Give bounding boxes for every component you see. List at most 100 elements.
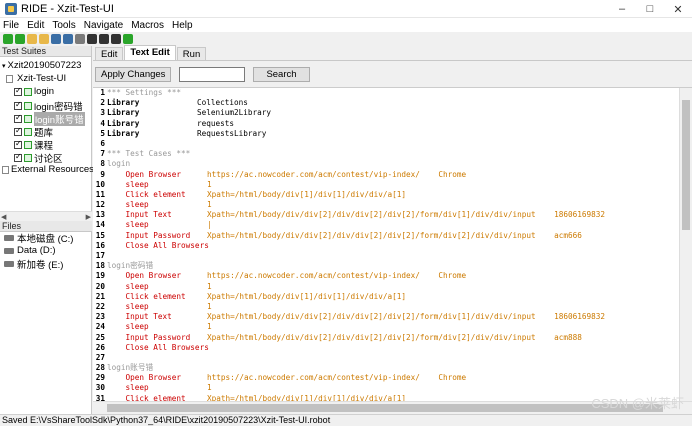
search-button[interactable]: Search (253, 66, 310, 82)
checkbox-icon[interactable] (14, 139, 22, 149)
menu-navigate[interactable]: Navigate (84, 20, 123, 31)
code-line[interactable]: 12 sleep 1 (93, 200, 678, 210)
code-line[interactable]: 11 Click element Xpath=/html/body/div[1]/… (93, 190, 678, 200)
menu-help[interactable]: Help (172, 20, 193, 31)
code-line[interactable]: 25 Input Password Xpath=/html/body/div/di… (93, 333, 678, 343)
code-line[interactable]: 28 login账号错 (93, 363, 678, 373)
code-line[interactable]: 31 Click element Xpath=/html/body/div[1]/… (93, 394, 678, 401)
code-line[interactable]: 26 Close All Browsers (93, 343, 678, 353)
open-folder-icon[interactable] (27, 34, 37, 44)
code-keyword: Open Browser (107, 169, 182, 179)
tree-test-login[interactable]: login (14, 86, 54, 97)
line-number: 31 (95, 393, 105, 401)
keyword-icon[interactable] (87, 34, 97, 44)
tree-project[interactable]: ▾ Xzit20190507223 (2, 60, 81, 71)
drive-label: 本地磁盘 (C:) (17, 233, 74, 245)
line-number: 6 (100, 138, 105, 148)
back-icon[interactable] (3, 34, 13, 44)
checkbox-icon[interactable] (14, 100, 22, 110)
forward-icon[interactable] (15, 34, 25, 44)
collapse-icon[interactable]: ▾ (2, 62, 6, 70)
tree-test-taolun[interactable]: 讨论区 (14, 151, 63, 165)
close-icon[interactable]: ✕ (660, 0, 692, 18)
code-line[interactable]: 20 sleep 1 (93, 282, 678, 292)
code-line[interactable]: 9 Open Browser https://ac.nowcoder.com/ac… (93, 170, 678, 180)
apply-changes-button[interactable]: Apply Changes (95, 66, 172, 82)
code-line[interactable]: 22 sleep 1 (93, 302, 678, 312)
scroll-left-icon[interactable]: ◀ (1, 213, 6, 221)
code-lines[interactable]: 1 *** Settings *** 2 Library Collections 3 Lib… (93, 88, 678, 401)
menu-tools[interactable]: Tools (52, 20, 75, 31)
tree-test-login-pwd[interactable]: login密码错 (14, 99, 83, 113)
test-icon (24, 128, 32, 136)
save-icon[interactable] (51, 34, 61, 44)
tree-test-tiku[interactable]: 题库 (14, 125, 53, 139)
scroll-right-icon[interactable]: ▶ (86, 213, 91, 221)
code-text: Collections (197, 98, 248, 108)
tree-scrollbar[interactable]: ◀ ▶ (0, 211, 92, 221)
tree-external-resources[interactable]: External Resources (2, 164, 94, 175)
menu-edit[interactable]: Edit (27, 20, 44, 31)
save-all-icon[interactable] (63, 34, 73, 44)
tree-external-label: External Resources (11, 164, 94, 175)
code-line[interactable]: 14 sleep | (93, 220, 678, 230)
code-line[interactable]: 29 Open Browser https://ac.nowcoder.com/a… (93, 373, 678, 383)
checkbox-icon[interactable] (14, 113, 22, 123)
code-line[interactable]: 7 *** Test Cases *** (93, 149, 678, 159)
code-line[interactable]: 4 Library requests (93, 119, 678, 129)
tree-test-login-account[interactable]: login账号错 (14, 112, 85, 126)
code-line[interactable]: 6 (93, 139, 678, 149)
drive-item[interactable]: 新加卷 (E:) (0, 257, 92, 271)
code-line[interactable]: 19 Open Browser https://ac.nowcoder.com/a… (93, 271, 678, 281)
code-line[interactable]: 27 (93, 353, 678, 363)
search-input[interactable] (179, 66, 246, 82)
tab-text-edit[interactable]: Text Edit (124, 45, 176, 60)
code-line[interactable]: 13 Input Text Xpath=/html/body/div/div[2]… (93, 210, 678, 220)
code-line[interactable]: 18 login密码错 (93, 261, 678, 271)
tab-run[interactable]: Run (176, 47, 207, 60)
code-line[interactable]: 15 Input Password Xpath=/html/body/div/di… (93, 231, 678, 241)
action-bar: Apply Changes Search (93, 61, 692, 87)
drive-item[interactable]: 本地磁盘 (C:) (0, 231, 92, 245)
scroll-thumb[interactable] (682, 100, 690, 230)
code-line[interactable]: 17 (93, 251, 678, 261)
code-keyword: sleep (107, 220, 149, 230)
tree-test-kecheng[interactable]: 课程 (14, 138, 53, 152)
line-number: 8 (100, 159, 105, 169)
checkbox-icon[interactable] (14, 86, 22, 96)
tree-test-label: 课程 (34, 141, 54, 152)
line-number: 22 (95, 301, 105, 311)
vertical-scrollbar[interactable] (679, 88, 692, 401)
code-line[interactable]: 8 login (93, 159, 678, 169)
code-line[interactable]: 30 sleep 1 (93, 383, 678, 393)
line-number: 24 (95, 322, 105, 332)
checkbox-icon[interactable] (14, 152, 22, 162)
code-line[interactable]: 21 Click element Xpath=/html/body/div[1]/… (93, 292, 678, 302)
menu-file[interactable]: File (3, 20, 19, 31)
test-icon (24, 154, 32, 162)
drive-icon (4, 234, 14, 241)
menu-macros[interactable]: Macros (131, 20, 164, 31)
line-number: 29 (95, 373, 105, 383)
run-icon[interactable] (111, 34, 121, 44)
code-line[interactable]: 1 *** Settings *** (93, 88, 678, 98)
tree-suite[interactable]: Xzit-Test-UI (6, 73, 66, 84)
scroll-thumb[interactable] (107, 404, 663, 412)
code-text: https://ac.nowcoder.com/acm/contest/vip-… (207, 373, 467, 383)
copy-icon[interactable] (75, 34, 85, 44)
text-editor[interactable]: 1 *** Settings *** 2 Library Collections 3 Lib… (93, 87, 692, 414)
text-icon[interactable] (99, 34, 109, 44)
code-line[interactable]: 2 Library Collections (93, 98, 678, 108)
code-line[interactable]: 23 Input Text Xpath=/html/body/div/div[2]… (93, 312, 678, 322)
tab-edit[interactable]: Edit (95, 47, 124, 60)
code-line[interactable]: 3 Library Selenium2Library (93, 108, 678, 118)
open-file-icon[interactable] (39, 34, 49, 44)
code-line[interactable]: 16 Close All Browsers (93, 241, 678, 251)
drive-item[interactable]: Data (D:) (0, 244, 92, 257)
code-line[interactable]: 10 sleep 1 (93, 180, 678, 190)
line-number: 18 (95, 261, 105, 271)
checkbox-icon[interactable] (14, 126, 22, 136)
code-line[interactable]: 5 Library RequestsLibrary (93, 129, 678, 139)
code-line[interactable]: 24 sleep 1 (93, 322, 678, 332)
settings-icon[interactable] (123, 34, 133, 44)
